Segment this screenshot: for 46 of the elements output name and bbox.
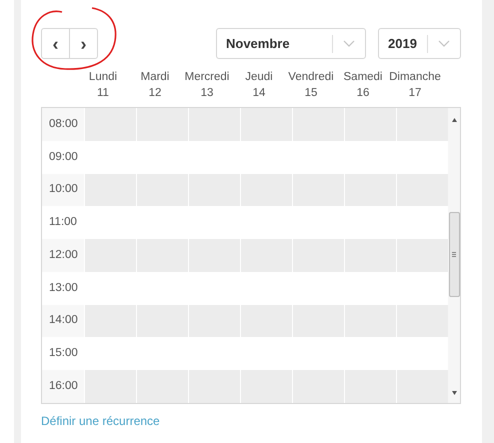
day-date: 17 (408, 86, 422, 101)
scrollbar-thumb[interactable] (448, 212, 460, 297)
day-name: Lundi (88, 70, 118, 85)
hour-label: 12:00 (48, 248, 79, 263)
hour-label: 10:00 (48, 182, 79, 198)
time-slot[interactable] (84, 370, 136, 404)
hour-label: 13:00 (48, 280, 79, 296)
scroll-up-icon[interactable] (452, 118, 456, 122)
time-slot[interactable] (344, 370, 396, 404)
time-slot[interactable] (136, 370, 188, 404)
time-slot[interactable] (240, 370, 292, 404)
time-slot[interactable] (188, 370, 240, 404)
day-date: 14 (252, 86, 266, 101)
day-name: Mardi (140, 70, 170, 85)
time-slot[interactable] (344, 108, 396, 141)
dropdown[interactable]: 2019 (378, 28, 461, 59)
day-name: Samedi (344, 70, 382, 85)
day-name: Mercredi (184, 70, 230, 85)
day-name: Vendredi (288, 70, 334, 85)
previous-button[interactable]: ‹ (42, 29, 70, 58)
scrollbar[interactable] (448, 108, 460, 403)
day-name: Jeudi (245, 70, 273, 85)
hour-label: 15:00 (48, 346, 79, 362)
time-slot[interactable] (240, 108, 292, 141)
time-slot[interactable] (292, 108, 344, 141)
day-date: 11 (97, 86, 109, 101)
hour-label: 09:00 (48, 150, 79, 165)
time-slot[interactable] (292, 370, 344, 404)
dropdown[interactable]: Novembre (216, 28, 366, 59)
hour-label: 11:00 (48, 215, 78, 230)
day-date: 16 (356, 86, 370, 101)
day-date: 13 (200, 86, 214, 101)
chevron-down-icon (438, 40, 450, 48)
time-slot[interactable] (84, 108, 136, 141)
hour-label: 14:00 (48, 313, 79, 328)
day-date: 15 (304, 86, 318, 101)
hour-label: 16:00 (48, 379, 79, 394)
chevron-down-icon (343, 40, 355, 48)
day-name: Dimanche (389, 70, 441, 85)
time-slot[interactable] (396, 239, 448, 272)
scroll-down-icon[interactable] (452, 391, 456, 395)
day-date: 12 (148, 86, 162, 101)
next-button[interactable]: › (70, 29, 97, 58)
hour-label: 08:00 (48, 116, 79, 132)
time-slot[interactable] (136, 108, 188, 141)
time-slot[interactable] (188, 108, 240, 141)
